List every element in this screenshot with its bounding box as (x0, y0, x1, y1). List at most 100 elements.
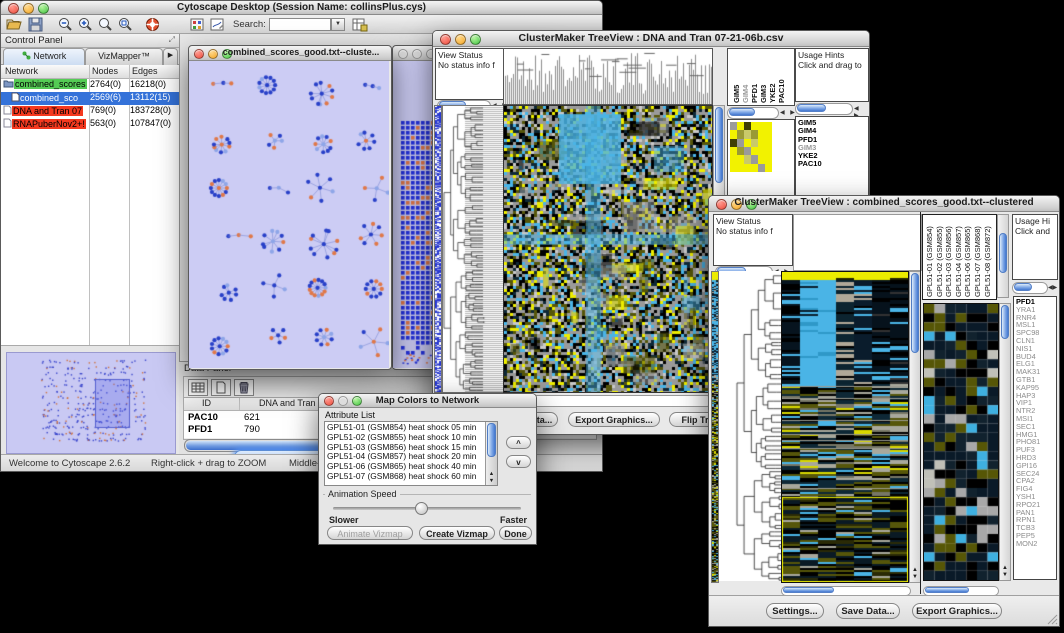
matrix-cell[interactable] (737, 164, 744, 172)
matrix-cell[interactable] (765, 164, 772, 172)
close-button[interactable] (398, 49, 408, 59)
matrix-cell[interactable] (758, 155, 765, 163)
matrix-cell[interactable] (730, 122, 737, 130)
tab-vizmapper[interactable]: VizMapper™ (85, 48, 163, 66)
matrix-cell[interactable] (730, 155, 737, 163)
tv1-export-graphics-button[interactable]: Export Graphics... (568, 412, 660, 427)
matrix-cell[interactable] (744, 130, 751, 138)
move-down-button[interactable]: v (506, 455, 531, 468)
tv2-global-strip[interactable] (711, 271, 719, 583)
matrix-cell[interactable] (751, 164, 758, 172)
matrix-cell[interactable] (744, 147, 751, 155)
matrix-cell[interactable] (737, 147, 744, 155)
tv1-heatmap[interactable] (503, 105, 713, 393)
tv2-export-graphics-button[interactable]: Export Graphics... (912, 603, 1002, 619)
animate-vizmap-button[interactable]: Animate Vizmap (327, 526, 413, 540)
matrix-cell[interactable] (751, 130, 758, 138)
tv2-zoom-vscrollbar[interactable]: ▲▼ (999, 303, 1011, 581)
tv1-col-label[interactable]: GIM4 (741, 53, 750, 103)
help-lifering-icon[interactable] (144, 17, 161, 32)
matrix-cell[interactable] (730, 164, 737, 172)
tv2-heatmap[interactable] (781, 271, 909, 583)
tv2-col-label[interactable]: GPL51-06 (GSM865) (963, 217, 972, 297)
tv1-global-strip[interactable] (434, 105, 442, 393)
attribute-listbox[interactable]: GPL51-01 (GSM854) heat shock 05 minGPL51… (324, 421, 498, 486)
tv2-gene-list[interactable]: PFD1YRA1RNR4MSL1SPC98CLN1NIS1BUD4ELG1MAK… (1013, 296, 1057, 580)
matrix-cell[interactable] (765, 155, 772, 163)
save-icon[interactable] (27, 17, 44, 32)
tv1-col-label[interactable]: PFD1 (750, 53, 759, 103)
matrix-cell[interactable] (765, 147, 772, 155)
search-input[interactable] (269, 18, 331, 31)
matrix-cell[interactable] (751, 139, 758, 147)
tv2-col-label[interactable]: GPL51-07 (GSM868) (973, 217, 982, 297)
matrix-cell[interactable] (751, 122, 758, 130)
tv1-collabels-scrollbar[interactable] (727, 107, 779, 119)
network-row-combined-scores[interactable]: combined_scores 2764(0) 16218(0) (1, 79, 179, 92)
tab-overflow-arrow[interactable]: ▶ (163, 48, 178, 66)
matrix-cell[interactable] (737, 122, 744, 130)
tv1-usage-scrollbar[interactable] (795, 103, 853, 115)
tv1-column-dendrogram[interactable] (503, 48, 713, 105)
new-attribute-icon[interactable] (211, 379, 231, 396)
data-row-id[interactable]: PFD1 (188, 424, 212, 435)
matrix-cell[interactable] (758, 130, 765, 138)
annotation-icon[interactable] (209, 17, 226, 32)
tv2-usage-scrollbar[interactable] (1012, 282, 1048, 294)
matrix-cell[interactable] (737, 155, 744, 163)
matrix-cell[interactable] (744, 164, 751, 172)
col-header-edges[interactable]: Edges (132, 66, 158, 76)
zoom-selected-icon[interactable] (117, 17, 134, 32)
col-header-nodes[interactable]: Nodes (92, 66, 118, 76)
tv2-row-dendrogram[interactable] (719, 271, 781, 581)
tv2-collabels-scrollbar[interactable] (997, 214, 1009, 298)
minimize-button[interactable] (412, 49, 422, 59)
data-row-id[interactable]: PAC10 (188, 412, 218, 423)
matrix-cell[interactable] (730, 139, 737, 147)
matrix-cell[interactable] (758, 122, 765, 130)
matrix-cell[interactable] (730, 147, 737, 155)
tv2-zoom-heatmap[interactable] (923, 303, 999, 581)
tv1-row-label[interactable]: PAC10 (798, 160, 866, 168)
dialog-titlebar[interactable]: Map Colors to Network (319, 394, 536, 408)
network-row-dna-tran[interactable]: DNA and Tran 07 769(0) 183728(0) (1, 105, 179, 118)
tv2-col-label[interactable]: GPL51-03 (GSM856) (944, 217, 953, 297)
zoom-fit-icon[interactable] (97, 17, 114, 32)
import-table-icon[interactable] (351, 17, 368, 32)
done-button[interactable]: Done (499, 526, 532, 540)
tv2-col-label[interactable]: GPL51-04 (GSM857) (954, 217, 963, 297)
tv1-col-label[interactable]: YKE2 (768, 53, 777, 103)
matrix-cell[interactable] (744, 139, 751, 147)
matrix-cell[interactable] (758, 139, 765, 147)
matrix-cell[interactable] (758, 164, 765, 172)
matrix-cell[interactable] (730, 130, 737, 138)
close-button[interactable] (194, 49, 204, 59)
tv2-col-label[interactable]: GPL51-02 (GSM855) (935, 217, 944, 297)
tv1-col-label[interactable]: PAC10 (777, 53, 786, 103)
tv2-save-data-button[interactable]: Save Data... (836, 603, 900, 619)
tv1-col-label[interactable]: GIM3 (759, 53, 768, 103)
zoom-in-icon[interactable] (77, 17, 94, 32)
search-dropdown-button[interactable]: ▼ (331, 18, 345, 31)
matrix-cell[interactable] (737, 139, 744, 147)
delete-attribute-icon[interactable] (234, 379, 254, 396)
table-grid-icon[interactable] (188, 379, 208, 396)
network-row-selected[interactable]: combined_sco 2569(6) 13112(15) (1, 92, 179, 105)
tv2-col-label[interactable]: GPL51-01 (GSM854) (925, 217, 934, 297)
tv1-col-label[interactable]: GIM5 (732, 53, 741, 103)
tv1-zoom-matrix[interactable] (730, 122, 772, 172)
create-vizmap-button[interactable]: Create Vizmap (419, 526, 495, 540)
matrix-cell[interactable] (737, 130, 744, 138)
network-canvas[interactable] (189, 61, 389, 368)
matrix-cell[interactable] (751, 147, 758, 155)
data-col-id[interactable]: ID (202, 398, 211, 408)
tab-network[interactable]: Network (3, 48, 85, 66)
float-panel-icon[interactable]: ⤢ (169, 35, 175, 45)
tv2-col-label[interactable]: GPL51-08 (GSM872) (983, 217, 992, 297)
slider-thumb[interactable] (415, 502, 428, 515)
zoom-out-icon[interactable] (57, 17, 74, 32)
matrix-cell[interactable] (765, 122, 772, 130)
move-up-button[interactable]: ^ (506, 436, 531, 449)
matrix-cell[interactable] (751, 155, 758, 163)
network-row-rnapuber[interactable]: RNAPuberNov2+! 563(0) 107847(0) (1, 118, 179, 131)
